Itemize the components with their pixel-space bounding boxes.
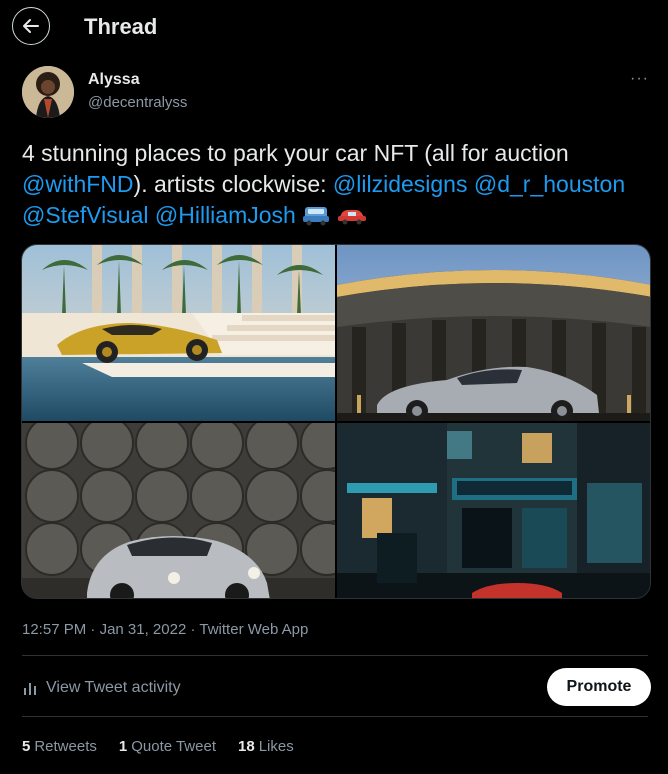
mention-link[interactable]: @lilzidesigns (333, 171, 468, 197)
likes-count: 18 (238, 738, 255, 755)
meta-separator: · (90, 621, 96, 638)
mention-link[interactable]: @StefVisual (22, 202, 149, 228)
back-button[interactable] (12, 7, 50, 45)
arrow-left-icon (23, 19, 39, 33)
divider (22, 716, 648, 717)
media-image-2[interactable] (337, 245, 650, 421)
quotes-label: Quote Tweet (131, 738, 216, 755)
quotes-stat[interactable]: 1 Quote Tweet (119, 738, 216, 755)
tweet-time[interactable]: 12:57 PM (22, 621, 86, 638)
media-grid (21, 244, 651, 599)
divider (22, 655, 648, 656)
author-name[interactable]: Alyssa (88, 71, 140, 89)
likes-stat[interactable]: 18 Likes (238, 738, 294, 755)
tweet-text-part: 4 stunning places to park your car NFT (… (22, 140, 569, 166)
more-horizontal-icon[interactable]: ··· (630, 70, 649, 88)
retweets-stat[interactable]: 5 Retweets (22, 738, 97, 755)
media-image-4[interactable] (337, 423, 650, 598)
meta-separator: · (190, 621, 196, 638)
bar-chart-icon (24, 683, 36, 695)
avatar-image (22, 66, 74, 118)
activity-label: View Tweet activity (46, 679, 181, 696)
red-car-icon (337, 210, 366, 225)
image-city-storefront (337, 423, 650, 598)
tweet-text: 4 stunning places to park your car NFT (… (22, 138, 652, 231)
tweet-meta: 12:57 PM · Jan 31, 2022 · Twitter Web Ap… (22, 621, 308, 638)
media-image-3[interactable] (22, 423, 335, 598)
retweets-count: 5 (22, 738, 31, 755)
blue-car-icon (303, 207, 330, 226)
media-image-1[interactable] (22, 245, 335, 421)
promote-button[interactable]: Promote (547, 668, 651, 706)
image-porsche-barrels (22, 423, 335, 598)
tweet-date[interactable]: Jan 31, 2022 (100, 621, 187, 638)
avatar[interactable] (22, 66, 74, 118)
mention-link[interactable]: @HilliamJosh (155, 202, 296, 228)
author-handle[interactable]: @decentralyss (88, 94, 187, 111)
quotes-count: 1 (118, 738, 128, 755)
likes-label: Likes (258, 738, 294, 755)
image-gold-car-pool (22, 245, 335, 421)
tweet-source[interactable]: Twitter Web App (199, 621, 308, 638)
mention-link[interactable]: @withFND (22, 171, 134, 197)
image-silver-car-arena (337, 245, 650, 421)
mention-link[interactable]: @d_r_houston (474, 171, 625, 197)
page-title: Thread (84, 14, 158, 39)
tweet-stats: 5 Retweets 1 Quote Tweet 18 Likes (22, 738, 294, 755)
tweet-text-part: ). artists clockwise: (133, 171, 333, 197)
thread-header: Thread (0, 0, 668, 54)
view-tweet-activity-link[interactable]: View Tweet activity (22, 679, 181, 697)
retweets-label: Retweets (34, 738, 97, 755)
